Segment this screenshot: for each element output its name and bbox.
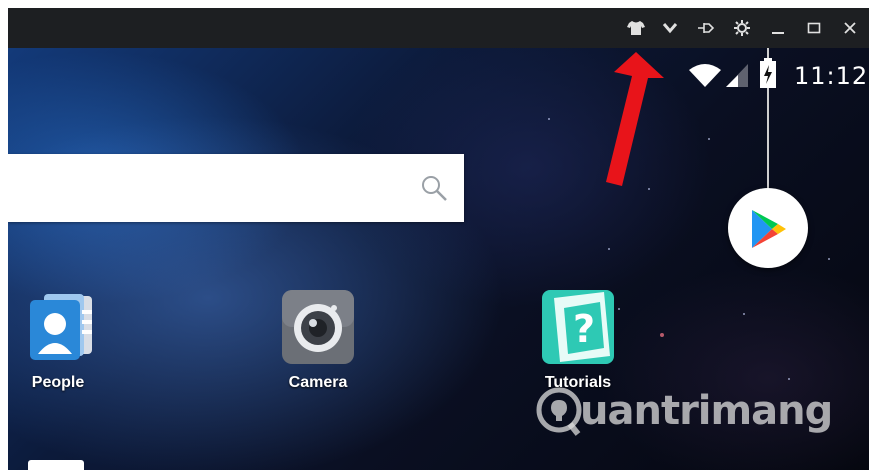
battery-charging-icon [760, 58, 776, 88]
wifi-icon [689, 64, 721, 87]
svg-text:?: ? [573, 307, 595, 351]
watermark-text: uantrimang [580, 388, 833, 434]
status-bar [8, 48, 869, 88]
app-label: People [31, 374, 85, 391]
search-icon[interactable] [420, 174, 448, 202]
gear-icon[interactable] [730, 16, 754, 40]
play-store-icon [752, 210, 786, 248]
tutorials-icon: ? [542, 290, 614, 364]
status-clock: 11:12 [794, 62, 869, 90]
red-arrow-annotation [606, 52, 664, 186]
maximize-icon[interactable] [802, 16, 826, 40]
app-label: Camera [288, 374, 348, 391]
emulator-titlebar [8, 8, 869, 48]
camera-icon [282, 290, 354, 364]
emulator-window: 11:12 People Camera ? Tutorials uantrima… [8, 8, 869, 470]
people-icon [30, 294, 92, 360]
lightbulb-logo-icon [536, 387, 582, 436]
close-icon[interactable] [838, 16, 862, 40]
skin-icon[interactable] [624, 16, 648, 40]
minimize-icon[interactable] [766, 16, 790, 40]
watermark: uantrimang [536, 386, 833, 445]
play-store-button[interactable] [728, 188, 808, 268]
dock-app-partial[interactable] [28, 460, 84, 470]
cell-signal-icon [726, 64, 748, 87]
pin-icon[interactable] [694, 16, 718, 40]
search-bar[interactable] [8, 154, 464, 222]
chevron-down-icon[interactable] [658, 16, 682, 40]
